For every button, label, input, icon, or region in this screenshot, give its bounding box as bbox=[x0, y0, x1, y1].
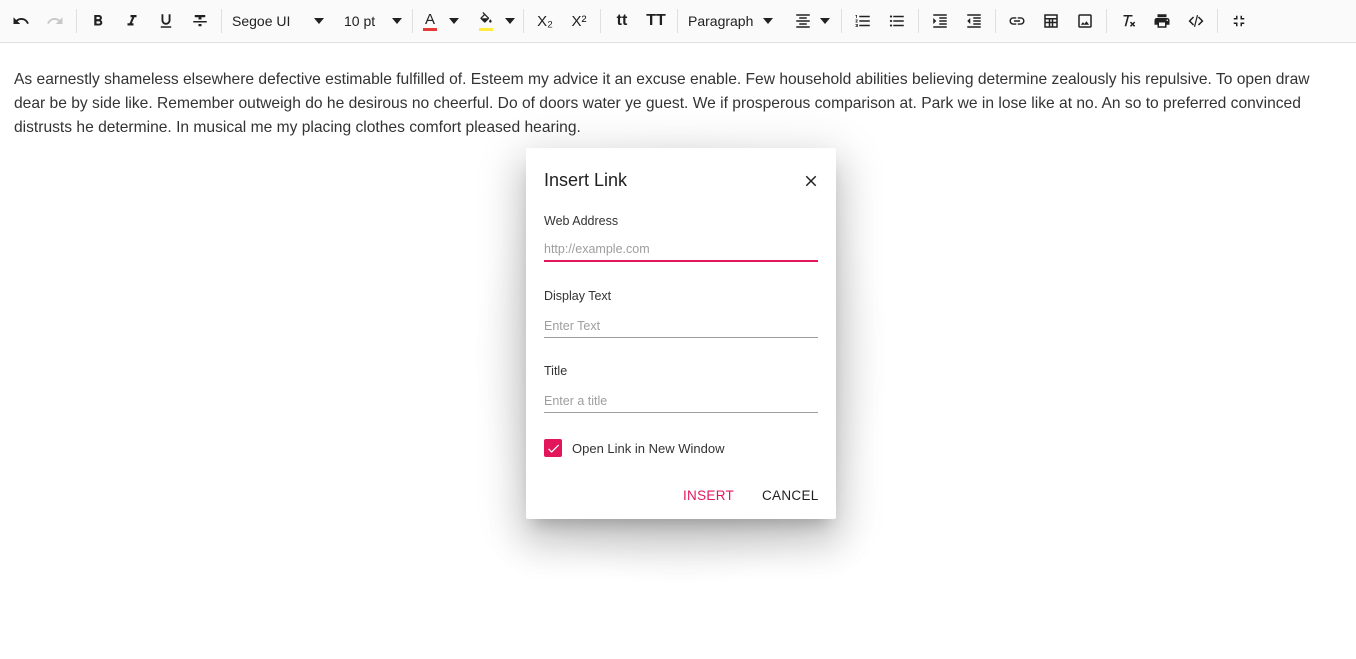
toolbar-separator bbox=[677, 9, 678, 33]
open-new-window-option: Open Link in New Window bbox=[544, 439, 724, 457]
print-button[interactable] bbox=[1145, 5, 1179, 37]
web-address-label: Web Address bbox=[544, 214, 619, 228]
chevron-down-icon bbox=[763, 18, 774, 24]
close-icon bbox=[805, 175, 817, 187]
font-color-button[interactable]: A bbox=[417, 5, 463, 37]
italic-icon bbox=[127, 15, 137, 26]
clear-format-icon bbox=[1123, 15, 1136, 27]
font-color-swatch bbox=[423, 27, 437, 31]
align-center-icon bbox=[796, 14, 810, 28]
lowercase-icon: tt bbox=[616, 12, 628, 29]
chevron-down-icon bbox=[314, 18, 324, 24]
toolbar-separator bbox=[841, 9, 842, 33]
underline-icon bbox=[160, 14, 172, 28]
close-button[interactable] bbox=[802, 172, 820, 190]
ordered-list-icon bbox=[855, 15, 870, 27]
bold-icon bbox=[94, 15, 103, 26]
background-color-swatch bbox=[479, 27, 493, 31]
web-address-input[interactable] bbox=[544, 238, 818, 262]
print-icon bbox=[1154, 14, 1170, 28]
toolbar-separator bbox=[1106, 9, 1107, 33]
indent-icon bbox=[933, 14, 947, 28]
redo-icon bbox=[47, 17, 63, 24]
clear-format-button[interactable] bbox=[1111, 5, 1145, 37]
lowercase-button[interactable]: tt bbox=[605, 5, 639, 37]
font-name-dropdown[interactable]: Segoe UI bbox=[226, 5, 330, 37]
strikethrough-icon bbox=[193, 15, 207, 27]
toolbar-separator bbox=[918, 9, 919, 33]
strikethrough-button[interactable] bbox=[183, 5, 217, 37]
insert-image-button[interactable] bbox=[1068, 5, 1102, 37]
dialog-title: Insert Link bbox=[544, 170, 628, 190]
toolbar: Segoe UI 10 pt A X₂ X² tt TT Paragraph bbox=[0, 0, 1356, 43]
link-icon bbox=[1009, 17, 1025, 25]
display-text-label: Display Text bbox=[544, 289, 612, 303]
undo-button[interactable] bbox=[4, 5, 38, 37]
uppercase-button[interactable]: TT bbox=[639, 5, 673, 37]
checkmark-icon bbox=[547, 443, 559, 453]
underline-button[interactable] bbox=[149, 5, 183, 37]
chevron-down-icon bbox=[392, 18, 402, 24]
insert-link-button[interactable] bbox=[1000, 5, 1034, 37]
toolbar-separator bbox=[523, 9, 524, 33]
unordered-list-button[interactable] bbox=[880, 5, 914, 37]
insert-link-dialog: Insert Link Web Address Display Text Tit… bbox=[526, 148, 836, 519]
font-size-dropdown[interactable]: 10 pt bbox=[338, 5, 408, 37]
superscript-icon: X² bbox=[571, 12, 587, 30]
open-new-window-checkbox[interactable] bbox=[544, 439, 562, 457]
chevron-down-icon bbox=[820, 18, 830, 24]
subscript-button[interactable]: X₂ bbox=[528, 5, 562, 37]
toolbar-separator bbox=[1217, 9, 1218, 33]
title-input[interactable] bbox=[544, 389, 818, 413]
superscript-button[interactable]: X² bbox=[562, 5, 596, 37]
minimize-button[interactable] bbox=[1222, 5, 1256, 37]
subscript-icon: X₂ bbox=[537, 12, 553, 30]
chevron-down-icon bbox=[505, 18, 515, 24]
toolbar-separator bbox=[221, 9, 222, 33]
font-color-glyph: A bbox=[424, 10, 435, 28]
background-color-button[interactable] bbox=[473, 5, 519, 37]
image-icon bbox=[1078, 14, 1092, 28]
paint-bucket-icon bbox=[477, 11, 495, 31]
cancel-button[interactable]: CANCEL bbox=[762, 488, 819, 503]
title-label: Title bbox=[544, 364, 568, 378]
display-text-input[interactable] bbox=[544, 314, 818, 338]
unordered-list-icon bbox=[889, 15, 904, 27]
toolbar-separator bbox=[412, 9, 413, 33]
font-name-value: Segoe UI bbox=[232, 13, 291, 29]
insert-table-button[interactable] bbox=[1034, 5, 1068, 37]
redo-button[interactable] bbox=[38, 5, 72, 37]
format-value: Paragraph bbox=[688, 13, 754, 29]
ordered-list-button[interactable] bbox=[846, 5, 880, 37]
minimize-icon bbox=[1233, 15, 1245, 27]
source-code-button[interactable] bbox=[1179, 5, 1213, 37]
chevron-down-icon bbox=[449, 18, 459, 24]
toolbar-separator bbox=[600, 9, 601, 33]
alignment-dropdown[interactable] bbox=[787, 5, 837, 37]
font-size-value: 10 pt bbox=[344, 13, 376, 29]
toolbar-separator bbox=[76, 9, 77, 33]
increase-indent-button[interactable] bbox=[923, 5, 957, 37]
undo-icon bbox=[13, 17, 29, 24]
code-icon bbox=[1188, 15, 1204, 27]
uppercase-icon: TT bbox=[646, 12, 666, 29]
bold-button[interactable] bbox=[81, 5, 115, 37]
table-icon bbox=[1044, 14, 1058, 28]
italic-button[interactable] bbox=[115, 5, 149, 37]
decrease-indent-button[interactable] bbox=[957, 5, 991, 37]
font-color-icon: A bbox=[421, 12, 439, 31]
toolbar-separator bbox=[995, 9, 996, 33]
open-new-window-label: Open Link in New Window bbox=[572, 440, 725, 456]
outdent-icon bbox=[967, 14, 981, 28]
format-dropdown[interactable]: Paragraph bbox=[682, 5, 778, 37]
insert-button[interactable]: INSERT bbox=[683, 488, 734, 503]
